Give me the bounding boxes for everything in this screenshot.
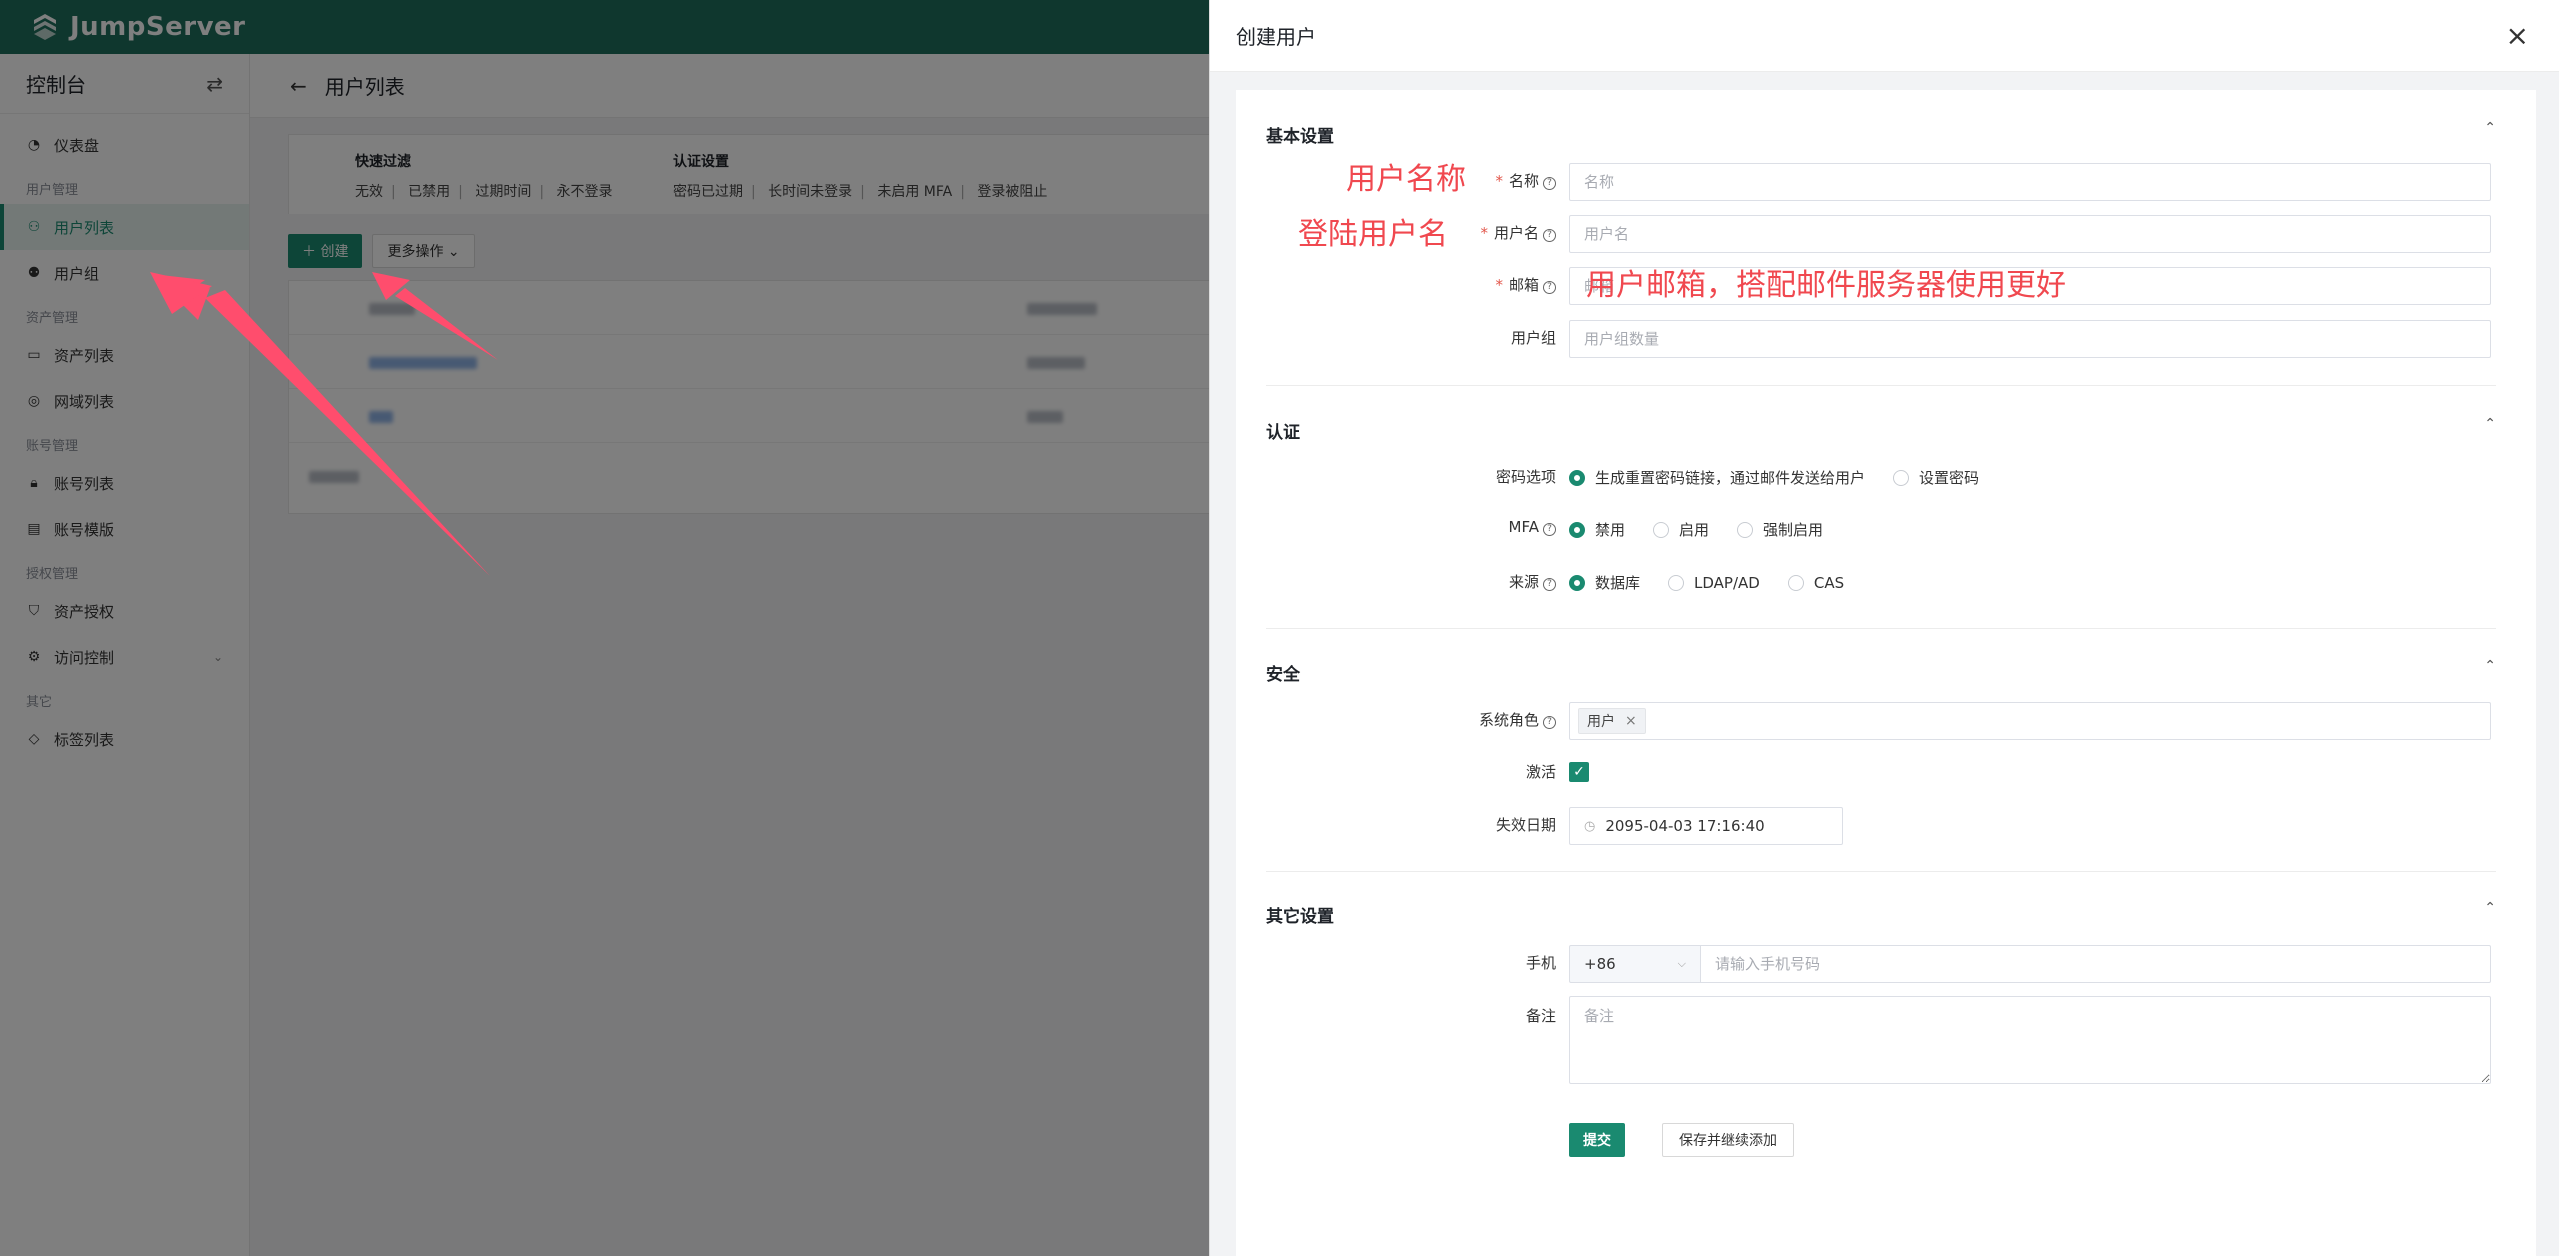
source-label: 来源? — [1296, 571, 1556, 592]
system-role-label: 系统角色? — [1296, 709, 1556, 730]
active-checkbox[interactable]: ✓ — [1569, 762, 1589, 782]
password-option-radios: 生成重置密码链接，通过邮件发送给用户 设置密码 — [1569, 467, 1993, 488]
arrow-shaft — [395, 288, 498, 360]
groups-label: 用户组 — [1510, 329, 1556, 347]
radio-reset-link[interactable]: 生成重置密码链接，通过邮件发送给用户 — [1569, 467, 1865, 488]
radio-mfa-enabled[interactable]: 启用 — [1653, 519, 1709, 540]
mfa-radios: 禁用 启用 强制启用 — [1569, 519, 1837, 540]
close-icon[interactable]: × — [2506, 22, 2529, 50]
section-divider — [1266, 385, 2496, 386]
expire-value: 2095-04-03 17:16:40 — [1605, 817, 1765, 835]
email-label: * 邮箱? — [1296, 274, 1556, 295]
help-icon[interactable]: ? — [1543, 523, 1556, 536]
section-divider — [1266, 628, 2496, 629]
arrow-to-create-button — [372, 272, 498, 360]
chevron-up-icon[interactable]: ⌃ — [2484, 658, 2496, 674]
save-and-continue-button[interactable]: 保存并继续添加 — [1662, 1123, 1794, 1157]
check-icon: ✓ — [1573, 764, 1585, 780]
tag-close-icon[interactable]: × — [1625, 713, 1637, 729]
radio-set-password[interactable]: 设置密码 — [1893, 467, 1979, 488]
active-label: 激活 — [1525, 763, 1556, 781]
annotation-name: 用户名称 — [1346, 162, 1466, 197]
radio-source-database[interactable]: 数据库 — [1569, 572, 1640, 593]
phone-input[interactable] — [1700, 945, 2491, 983]
drawer-title: 创建用户 — [1236, 25, 1316, 49]
source-radios: 数据库 LDAP/AD CAS — [1569, 572, 1858, 593]
username-input[interactable] — [1569, 215, 2491, 253]
section-auth-title: 认证 — [1266, 423, 1300, 443]
arrow-shaft — [205, 290, 490, 576]
annotation-username: 登陆用户名 — [1298, 217, 1448, 252]
help-icon[interactable]: ? — [1543, 281, 1556, 294]
section-basic-title: 基本设置 — [1266, 127, 1334, 147]
section-divider — [1266, 871, 2496, 872]
drawer-header: 创建用户 × — [1210, 0, 2559, 72]
chevron-up-icon[interactable]: ⌃ — [2484, 120, 2496, 136]
password-option-label: 密码选项 — [1495, 468, 1556, 486]
mfa-label: MFA? — [1296, 518, 1556, 536]
name-input[interactable] — [1569, 163, 2491, 201]
expire-label: 失效日期 — [1495, 816, 1556, 834]
submit-button[interactable]: 提交 — [1569, 1123, 1625, 1157]
radio-mfa-forced[interactable]: 强制启用 — [1737, 519, 1823, 540]
system-role-select[interactable]: 用户 × — [1569, 702, 2491, 740]
role-tag: 用户 × — [1578, 708, 1646, 734]
annotation-email: 用户邮箱，搭配邮件服务器使用更好 — [1586, 268, 2066, 303]
help-icon[interactable]: ? — [1543, 578, 1556, 591]
section-other-title: 其它设置 — [1266, 907, 1334, 927]
comment-label: 备注 — [1525, 1007, 1556, 1025]
chevron-up-icon[interactable]: ⌃ — [2484, 900, 2496, 916]
help-icon[interactable]: ? — [1543, 716, 1556, 729]
radio-source-ldap[interactable]: LDAP/AD — [1668, 574, 1760, 592]
chevron-down-icon: ⌵ — [1677, 957, 1686, 970]
groups-select[interactable] — [1569, 320, 2491, 358]
chevron-up-icon[interactable]: ⌃ — [2484, 416, 2496, 432]
clock-icon: ◷ — [1584, 818, 1596, 834]
expire-date-picker[interactable]: ◷ 2095-04-03 17:16:40 — [1569, 807, 1843, 845]
app-root: JumpServer 控制台 ⇄ ◔ 仪表盘 用户管理 ⚇ 用户列表 ⚉ 用户组… — [0, 0, 2559, 1256]
phone-label: 手机 — [1525, 954, 1556, 972]
section-security-title: 安全 — [1266, 665, 1300, 685]
phone-prefix-value: +86 — [1584, 955, 1616, 973]
annotation-arrows — [150, 272, 498, 576]
help-icon[interactable]: ? — [1543, 229, 1556, 242]
comment-textarea[interactable] — [1569, 996, 2491, 1084]
phone-country-select[interactable]: +86 ⌵ — [1569, 945, 1701, 983]
radio-mfa-disabled[interactable]: 禁用 — [1569, 519, 1625, 540]
help-icon[interactable]: ? — [1543, 177, 1556, 190]
radio-source-cas[interactable]: CAS — [1787, 574, 1844, 592]
